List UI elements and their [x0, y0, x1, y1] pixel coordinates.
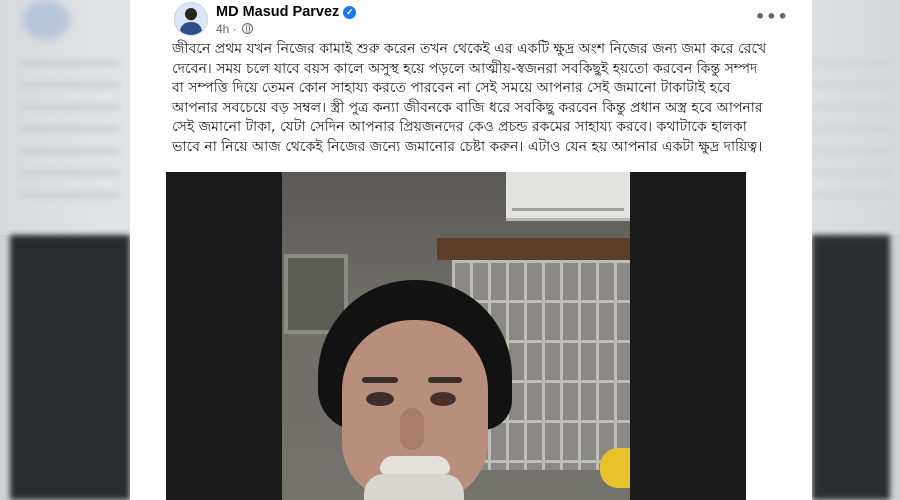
more-options-icon[interactable]: ••• — [755, 8, 788, 30]
post-photo[interactable] — [166, 172, 746, 500]
photo-person-beard — [364, 474, 464, 500]
avatar-body — [180, 22, 202, 35]
photo-person-eye-right — [430, 392, 456, 406]
photo-content — [282, 172, 630, 500]
photo-person-eye-left — [366, 392, 394, 406]
photo-curtain-rod — [437, 238, 630, 260]
photo-yellow-object — [600, 448, 630, 488]
photo-person-brow-left — [362, 377, 398, 383]
avatar-hair — [185, 8, 197, 20]
background-blur-avatar — [22, 0, 70, 40]
avatar[interactable] — [174, 2, 208, 36]
verified-badge-icon: ✓ — [343, 6, 357, 19]
photo-person-nose — [400, 408, 424, 450]
post-header: MD Masud Parvez ✓ 4h · ••• — [174, 2, 794, 38]
post-time[interactable]: 4h — [216, 22, 229, 36]
facebook-post-card: MD Masud Parvez ✓ 4h · ••• জীবনে প্রথম যখ… — [130, 0, 812, 500]
background-blur-photo-left — [10, 235, 130, 500]
photo-person-mustache — [380, 456, 450, 474]
post-meta: 4h · — [216, 22, 254, 36]
photo-ac-vent — [512, 208, 624, 211]
photo-person-brow-right — [428, 377, 462, 383]
globe-icon — [242, 23, 254, 34]
background-blur-text-left — [20, 60, 120, 210]
author-name-row: MD Masud Parvez ✓ — [216, 4, 357, 20]
author-name[interactable]: MD Masud Parvez — [216, 4, 339, 20]
background-blur-photo-right — [812, 235, 890, 500]
photo-air-conditioner — [506, 172, 630, 221]
post-text: জীবনে প্রথম যখন নিজের কামাই শুরু করেন তখ… — [172, 41, 767, 155]
background-blur-text-right — [812, 60, 892, 210]
